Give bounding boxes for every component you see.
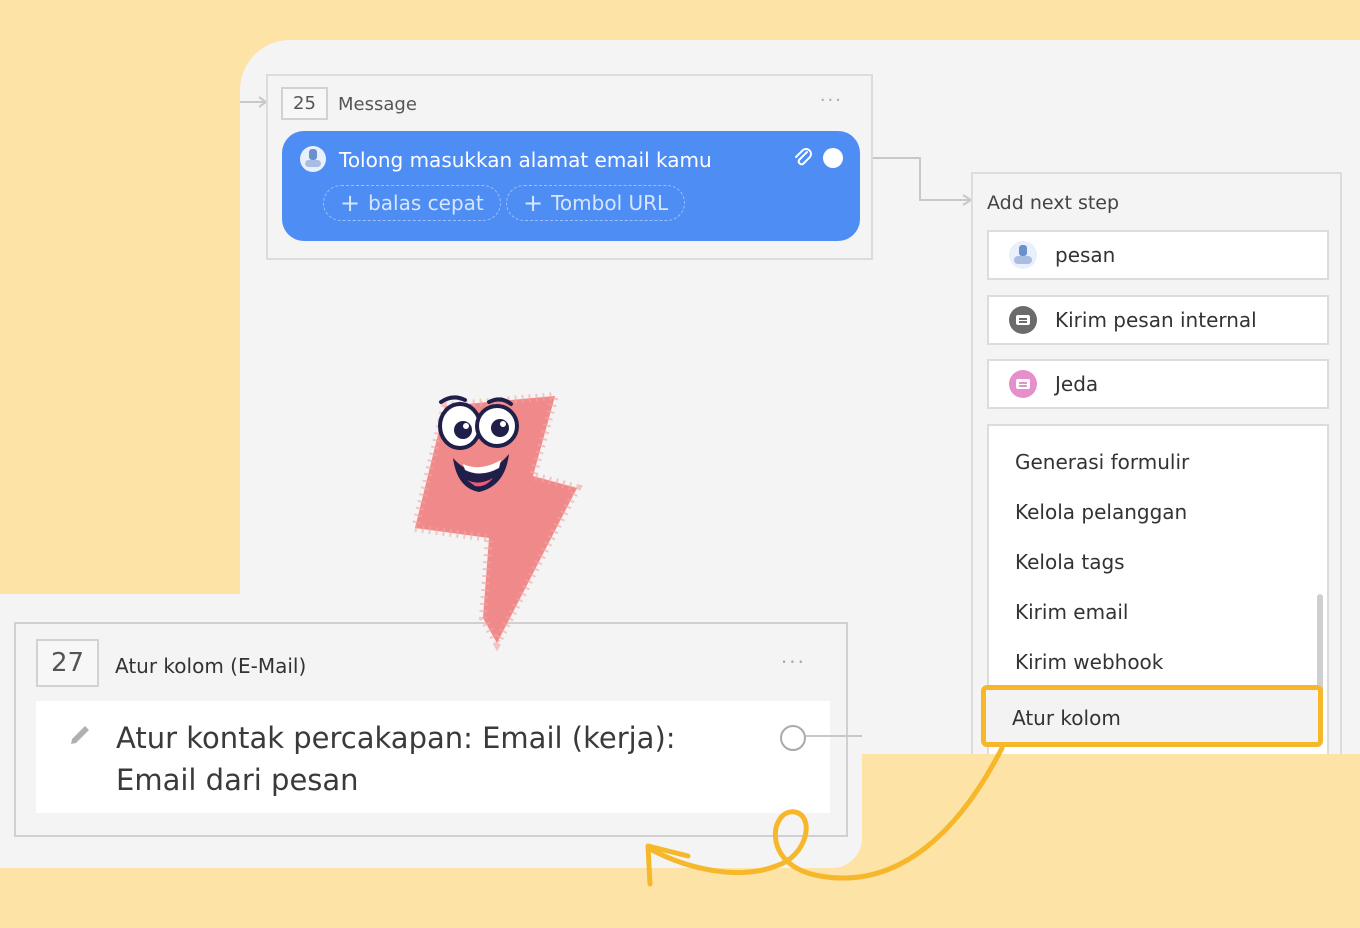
action-line: Atur kontak percakapan: Email (kerja):: [116, 721, 676, 755]
dropdown-item-label: Atur kolom: [1012, 706, 1121, 730]
bot-icon: [300, 146, 326, 172]
action-description: Atur kontak percakapan: Email (kerja): E…: [116, 717, 736, 801]
message-output-port[interactable]: [823, 148, 843, 168]
plus-icon: +: [523, 189, 544, 217]
step-option-message[interactable]: pesan: [987, 230, 1329, 280]
chip-label: balas cepat: [368, 191, 484, 215]
node-menu-icon[interactable]: ···: [781, 652, 806, 672]
pencil-icon: [71, 726, 89, 744]
message-node[interactable]: 25 Message ··· Tolong masukkan alamat em…: [266, 74, 873, 260]
step-option-internal-message[interactable]: Kirim pesan internal: [987, 295, 1329, 345]
quick-reply-chip[interactable]: + balas cepat: [323, 185, 501, 221]
background-band: [880, 754, 1360, 928]
chip-label: Tombol URL: [551, 191, 669, 215]
dropdown-item[interactable]: Kirim email: [1015, 600, 1128, 624]
node-number: 27: [36, 639, 99, 687]
pause-icon: [1009, 370, 1037, 398]
dropdown-item[interactable]: Generasi formulir: [1015, 450, 1189, 474]
paperclip-icon[interactable]: [792, 144, 814, 170]
dropdown-item[interactable]: Kirim webhook: [1015, 650, 1163, 674]
node-number: 25: [281, 87, 328, 120]
node-title: Message: [338, 94, 417, 115]
step-option-label: Kirim pesan internal: [1055, 308, 1257, 332]
bot-icon: [1009, 241, 1037, 269]
step-option-pause[interactable]: Jeda: [987, 359, 1329, 409]
dropdown-item[interactable]: Kelola pelanggan: [1015, 500, 1187, 524]
set-field-action[interactable]: Atur kontak percakapan: Email (kerja): E…: [36, 701, 830, 813]
dropdown-item[interactable]: Kelola tags: [1015, 550, 1125, 574]
lightning-mascot: [410, 391, 583, 652]
step-option-label: Jeda: [1055, 372, 1099, 396]
step-option-label: pesan: [1055, 243, 1116, 267]
action-output-port[interactable]: [780, 725, 806, 751]
action-line: Email dari pesan: [116, 763, 359, 797]
url-button-chip[interactable]: + Tombol URL: [506, 185, 686, 221]
plus-icon: +: [340, 189, 361, 217]
internal-message-icon: [1009, 306, 1037, 334]
node-menu-icon[interactable]: ···: [820, 92, 843, 110]
panel-title: Add next step: [987, 192, 1120, 214]
message-text: Tolong masukkan alamat email kamu: [339, 148, 712, 172]
node-title: Atur kolom (E-Mail): [115, 654, 307, 678]
dropdown-item-set-field[interactable]: Atur kolom: [981, 685, 1323, 747]
message-bubble[interactable]: Tolong masukkan alamat email kamu + bala…: [282, 131, 860, 241]
add-next-step-panel: Add next step pesan Kirim pesan internal…: [971, 172, 1342, 772]
